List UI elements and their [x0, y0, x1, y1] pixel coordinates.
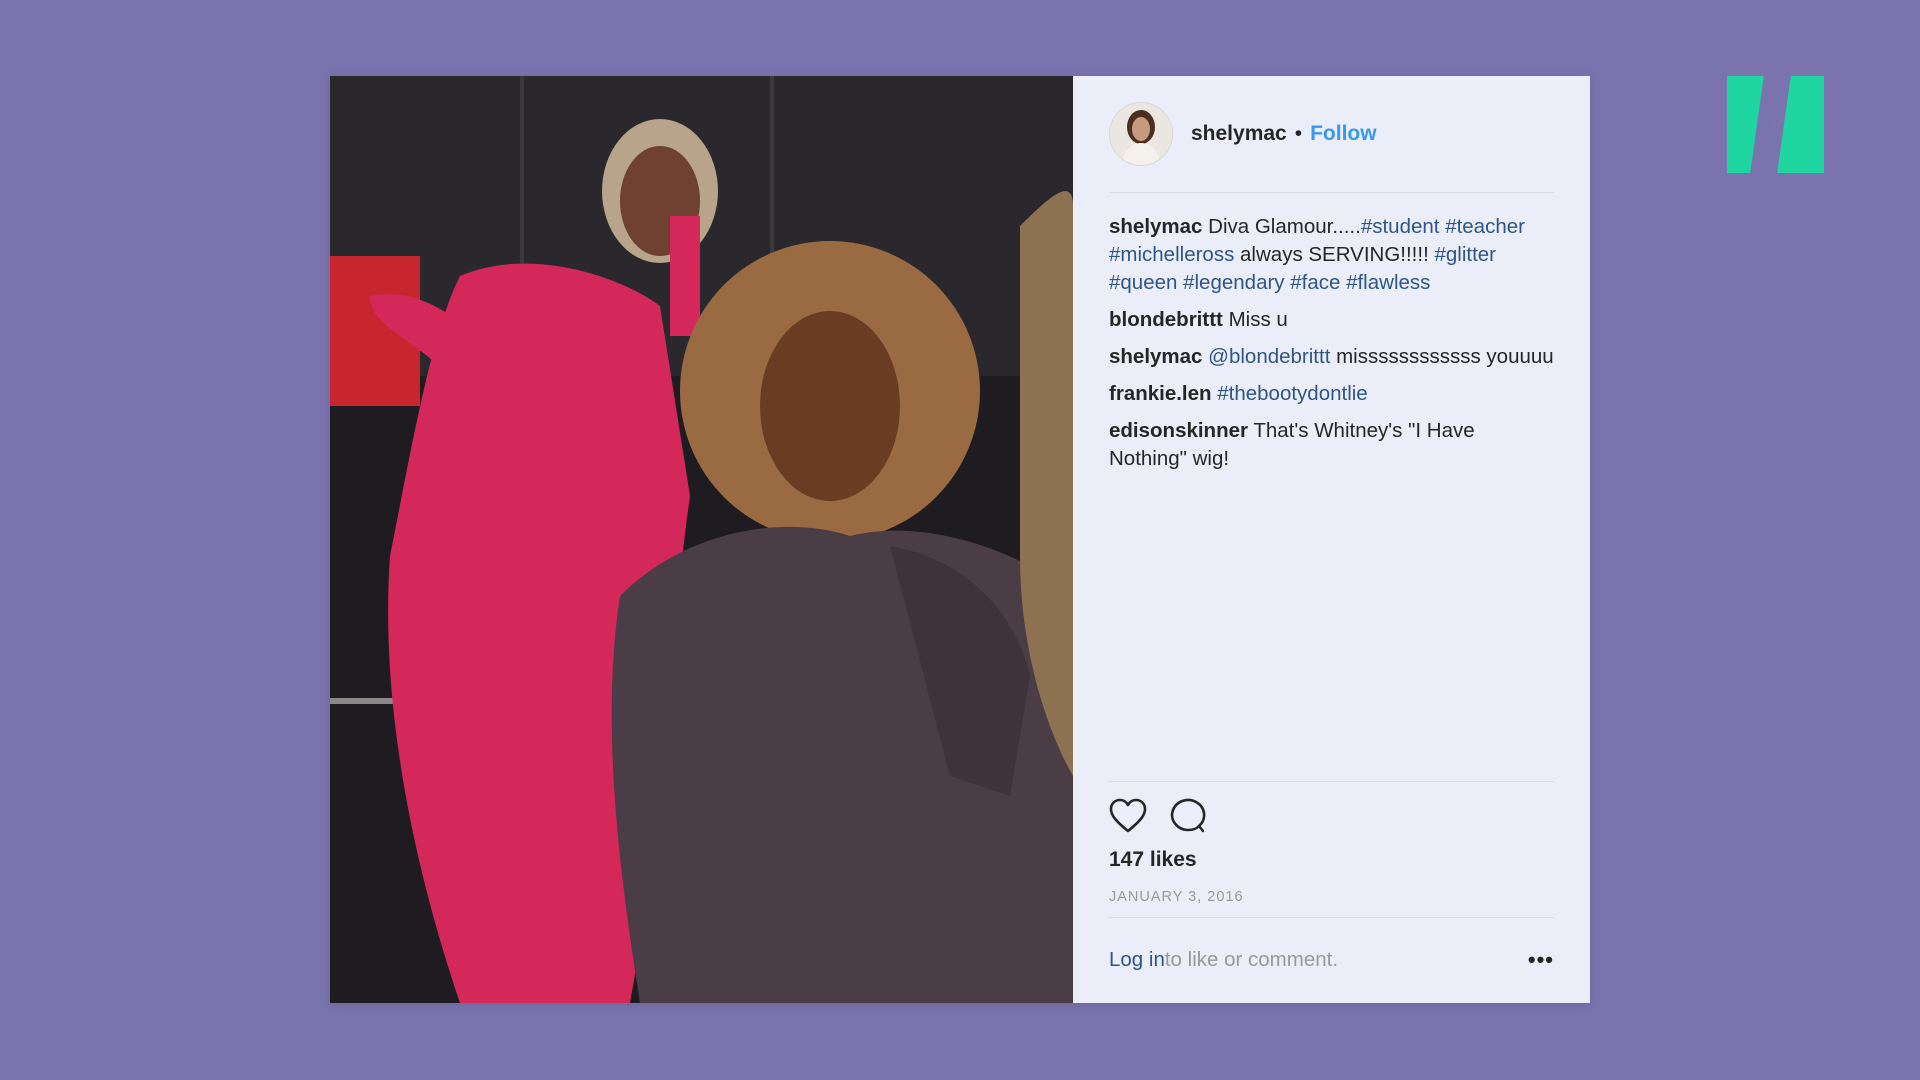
heart-icon[interactable]	[1109, 798, 1147, 839]
comment-item: shelymac @blondebrittt missssssssssss yo…	[1109, 343, 1558, 371]
comment-text: missssssssssss youuuu	[1336, 345, 1554, 368]
comment-item: frankie.len #thebootydontlie	[1109, 380, 1558, 408]
post-photo[interactable]	[330, 76, 1073, 1003]
brand-logo	[1727, 76, 1824, 173]
comment-text: Miss u	[1228, 308, 1288, 331]
divider	[1109, 781, 1554, 782]
post-header: shelymac • Follow	[1109, 102, 1554, 166]
action-bar	[1109, 798, 1207, 839]
comments-list: shelymac Diva Glamour.....#student #teac…	[1109, 213, 1558, 482]
divider	[1109, 917, 1554, 918]
login-prompt: Log in to like or comment. •••	[1109, 948, 1554, 972]
caption-text: Diva Glamour.....	[1208, 215, 1361, 238]
login-suffix-text: to like or comment.	[1164, 948, 1339, 971]
post-username[interactable]: shelymac	[1191, 122, 1287, 146]
comment-username[interactable]: blondebrittt	[1109, 308, 1223, 331]
mention-link[interactable]: @blondebrittt	[1208, 345, 1330, 368]
caption-username[interactable]: shelymac	[1109, 215, 1202, 238]
comment-item: blondebrittt Miss u	[1109, 306, 1558, 334]
comment-bubble-icon[interactable]	[1169, 798, 1207, 839]
hashtag-link[interactable]: #michelleross	[1109, 243, 1234, 266]
hashtag-link[interactable]: #student	[1361, 215, 1440, 238]
divider	[1109, 192, 1554, 193]
likes-count[interactable]: 147 likes	[1109, 848, 1197, 872]
hashtag-link[interactable]: #thebootydontlie	[1217, 382, 1367, 405]
comment-username[interactable]: shelymac	[1109, 345, 1202, 368]
follow-button[interactable]: Follow	[1310, 122, 1377, 146]
comment-item: edisonskinner That's Whitney's "I Have N…	[1109, 417, 1558, 473]
post-date: JANUARY 3, 2016	[1109, 889, 1244, 905]
comment-username[interactable]: edisonskinner	[1109, 419, 1248, 442]
ellipsis-icon[interactable]: •••	[1528, 949, 1554, 971]
separator-dot: •	[1294, 122, 1303, 145]
caption: shelymac Diva Glamour.....#student #teac…	[1109, 213, 1558, 297]
post-sidebar: shelymac • Follow shelymac Diva Glamour.…	[1073, 76, 1590, 1003]
hashtag-link[interactable]: #teacher	[1445, 215, 1525, 238]
login-link[interactable]: Log in	[1109, 948, 1165, 972]
comment-username[interactable]: frankie.len	[1109, 382, 1212, 405]
user-avatar[interactable]	[1109, 102, 1173, 166]
instagram-embed-card: shelymac • Follow shelymac Diva Glamour.…	[330, 76, 1590, 1003]
caption-text: always SERVING!!!!!	[1240, 243, 1429, 266]
